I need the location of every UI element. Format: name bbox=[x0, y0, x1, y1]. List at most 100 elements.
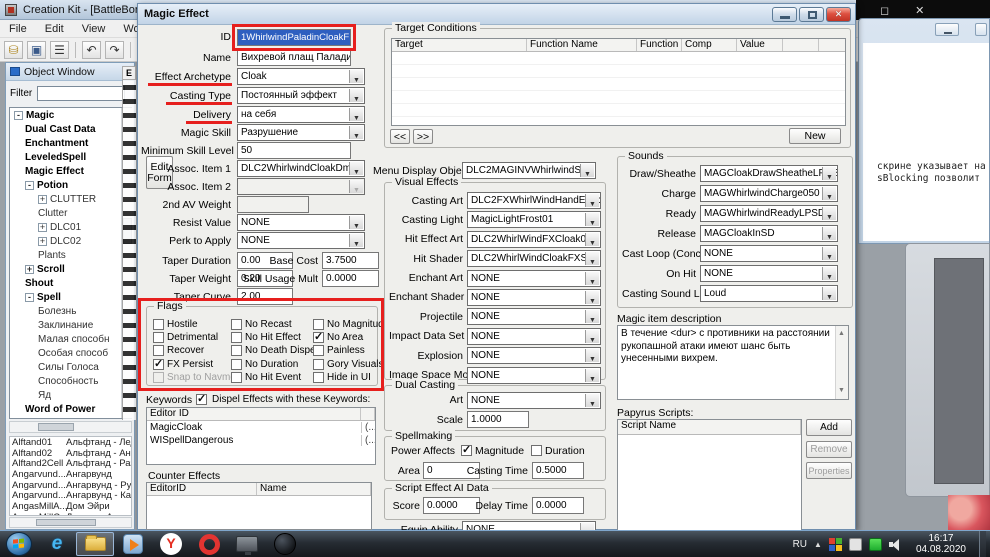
tree-item[interactable]: LeveledSpell bbox=[10, 150, 131, 164]
visual-effect-dropdown[interactable]: NONE bbox=[467, 308, 601, 325]
checkbox-icon[interactable] bbox=[313, 372, 324, 383]
perk-to-apply-dropdown[interactable]: NONE bbox=[237, 232, 365, 249]
dropdown-arrow-icon[interactable] bbox=[822, 247, 836, 260]
menu-item[interactable]: File bbox=[0, 21, 36, 37]
checkbox-icon[interactable] bbox=[153, 359, 164, 370]
name-input[interactable]: Вихревой плащ Паладина bbox=[237, 49, 351, 66]
next-condition-button[interactable]: >> bbox=[413, 129, 433, 144]
flag-checkbox-item[interactable]: Snap to Navmesh bbox=[153, 372, 231, 383]
expand-icon[interactable] bbox=[25, 293, 34, 302]
dropdown-arrow-icon[interactable] bbox=[349, 70, 363, 83]
tree-item[interactable]: Word of Power bbox=[10, 402, 131, 416]
delivery-dropdown[interactable]: на себя bbox=[237, 106, 365, 123]
visual-effect-dropdown[interactable]: DLC2WhirlWindCloakFXS bbox=[467, 250, 601, 267]
flag-checkbox-item[interactable]: Recover bbox=[153, 345, 231, 356]
visual-effect-dropdown[interactable]: NONE bbox=[467, 270, 601, 287]
dropdown-arrow-icon[interactable] bbox=[585, 349, 599, 362]
dropdown-arrow-icon[interactable] bbox=[822, 167, 836, 180]
dropdown-arrow-icon[interactable] bbox=[349, 162, 363, 175]
tree-item[interactable]: Spell bbox=[10, 290, 131, 304]
dropdown-arrow-icon[interactable] bbox=[580, 164, 594, 177]
flag-checkbox-item[interactable]: No Hit Event bbox=[231, 372, 313, 383]
cell-list-item[interactable]: Alftand01 Альфтанд - Ледя bbox=[10, 437, 131, 448]
taskbar-item-display[interactable] bbox=[228, 531, 266, 557]
tree-item[interactable]: Заклинание bbox=[10, 318, 131, 332]
sound-dropdown[interactable]: MAGCloakDrawSheatheLPMSD bbox=[700, 165, 838, 182]
checkbox-icon[interactable] bbox=[153, 332, 164, 343]
tree-item[interactable]: Яд bbox=[10, 388, 131, 402]
maximize-icon[interactable]: ◻ bbox=[880, 4, 889, 17]
flag-checkbox-item[interactable]: FX Persist bbox=[153, 359, 231, 370]
menu-item[interactable]: Edit bbox=[36, 21, 73, 37]
tray-battery-icon[interactable] bbox=[869, 538, 882, 551]
cell-list-item[interactable]: Angarvund... Ангарвунд - Кат bbox=[10, 490, 131, 501]
base-cost-input[interactable]: 3.7500 bbox=[322, 252, 379, 269]
flag-checkbox-item[interactable]: No Magnitude bbox=[313, 319, 383, 330]
checkbox-icon[interactable] bbox=[313, 319, 324, 330]
scrollbar-thumb[interactable] bbox=[38, 423, 74, 431]
visual-effect-dropdown[interactable]: NONE bbox=[467, 347, 601, 364]
tree-item[interactable]: Magic Effect bbox=[10, 164, 131, 178]
dual-art-dropdown[interactable]: NONE bbox=[467, 392, 601, 409]
tree-horizontal-scrollbar[interactable] bbox=[9, 421, 132, 433]
cell-list-item[interactable]: Angarvund... Ангарвунд bbox=[10, 469, 131, 480]
resist-value-dropdown[interactable]: NONE bbox=[237, 214, 365, 231]
checkbox-icon[interactable] bbox=[313, 359, 324, 370]
tree-item[interactable]: DLC02 bbox=[10, 234, 131, 248]
cell-list-item[interactable]: Alftand02 Альфтанд - Аним bbox=[10, 448, 131, 459]
dropdown-arrow-icon[interactable] bbox=[822, 207, 836, 220]
filter-input[interactable] bbox=[37, 86, 125, 101]
checkbox-icon[interactable] bbox=[153, 372, 164, 383]
tree-item[interactable]: Способность bbox=[10, 374, 131, 388]
minimize-button[interactable] bbox=[935, 23, 959, 36]
tree-item[interactable]: Силы Голоса bbox=[10, 360, 131, 374]
close-icon[interactable]: ✕ bbox=[915, 4, 924, 17]
open-icon[interactable]: ⛁ bbox=[4, 41, 23, 59]
expand-icon[interactable] bbox=[38, 195, 47, 204]
skill-usage-input[interactable]: 0.0000 bbox=[322, 270, 379, 287]
minimize-button[interactable] bbox=[772, 7, 797, 22]
sound-dropdown[interactable]: NONE bbox=[700, 245, 838, 262]
taskbar-item-explorer[interactable] bbox=[76, 532, 114, 556]
taskbar-item-opera[interactable] bbox=[190, 531, 228, 557]
checkbox-icon[interactable] bbox=[313, 345, 324, 356]
dropdown-arrow-icon[interactable] bbox=[585, 369, 599, 382]
prefs-icon[interactable]: ☰ bbox=[50, 41, 69, 59]
tree-item[interactable]: Miscellaneous bbox=[10, 416, 131, 419]
maximize-button[interactable] bbox=[799, 7, 824, 22]
tray-app-icon[interactable] bbox=[829, 538, 842, 551]
tree-item[interactable]: CLUTTER bbox=[10, 192, 131, 206]
duration-checkbox[interactable] bbox=[531, 445, 542, 456]
flag-checkbox-item[interactable]: No Duration bbox=[231, 359, 313, 370]
save-icon[interactable]: ▣ bbox=[27, 41, 46, 59]
taskbar-item-media-player[interactable] bbox=[114, 531, 152, 557]
tree-item[interactable]: DLC01 bbox=[10, 220, 131, 234]
dropdown-arrow-icon[interactable] bbox=[585, 394, 599, 407]
dropdown-arrow-icon[interactable] bbox=[585, 330, 599, 343]
tree-item[interactable]: Plants bbox=[10, 248, 131, 262]
dual-scale-input[interactable]: 1.0000 bbox=[467, 411, 529, 428]
magic-skill-dropdown[interactable]: Разрушение bbox=[237, 124, 365, 141]
expand-icon[interactable] bbox=[14, 111, 23, 120]
dropdown-arrow-icon[interactable] bbox=[822, 187, 836, 200]
magnitude-checkbox[interactable] bbox=[461, 445, 472, 456]
tree-item[interactable]: Dual Cast Data bbox=[10, 122, 131, 136]
hidden-icons-icon[interactable]: ▲ bbox=[814, 540, 822, 549]
flag-checkbox-item[interactable]: No Hit Effect bbox=[231, 332, 313, 343]
sound-dropdown[interactable]: MAGCloakInSD bbox=[700, 225, 838, 242]
flag-checkbox-item[interactable]: Painless bbox=[313, 345, 383, 356]
dropdown-arrow-icon[interactable] bbox=[822, 267, 836, 280]
visual-effect-dropdown[interactable]: NONE bbox=[467, 328, 601, 345]
sound-dropdown[interactable]: NONE bbox=[700, 265, 838, 282]
expand-icon[interactable] bbox=[14, 419, 23, 420]
tree-item[interactable]: Magic bbox=[10, 108, 131, 122]
sound-dropdown[interactable]: MAGWhirlwindCharge050 bbox=[700, 185, 838, 202]
casting-time-input[interactable]: 0.5000 bbox=[532, 462, 584, 479]
checkbox-icon[interactable] bbox=[231, 359, 242, 370]
flag-checkbox-item[interactable]: Hostile bbox=[153, 319, 231, 330]
expand-icon[interactable] bbox=[38, 223, 47, 232]
column-header[interactable]: Comp bbox=[682, 39, 737, 51]
dropdown-arrow-icon[interactable] bbox=[585, 291, 599, 304]
column-header[interactable]: Target bbox=[392, 39, 527, 51]
cell-list-item[interactable]: Angarvund... Ангарвунд - Рун bbox=[10, 480, 131, 491]
